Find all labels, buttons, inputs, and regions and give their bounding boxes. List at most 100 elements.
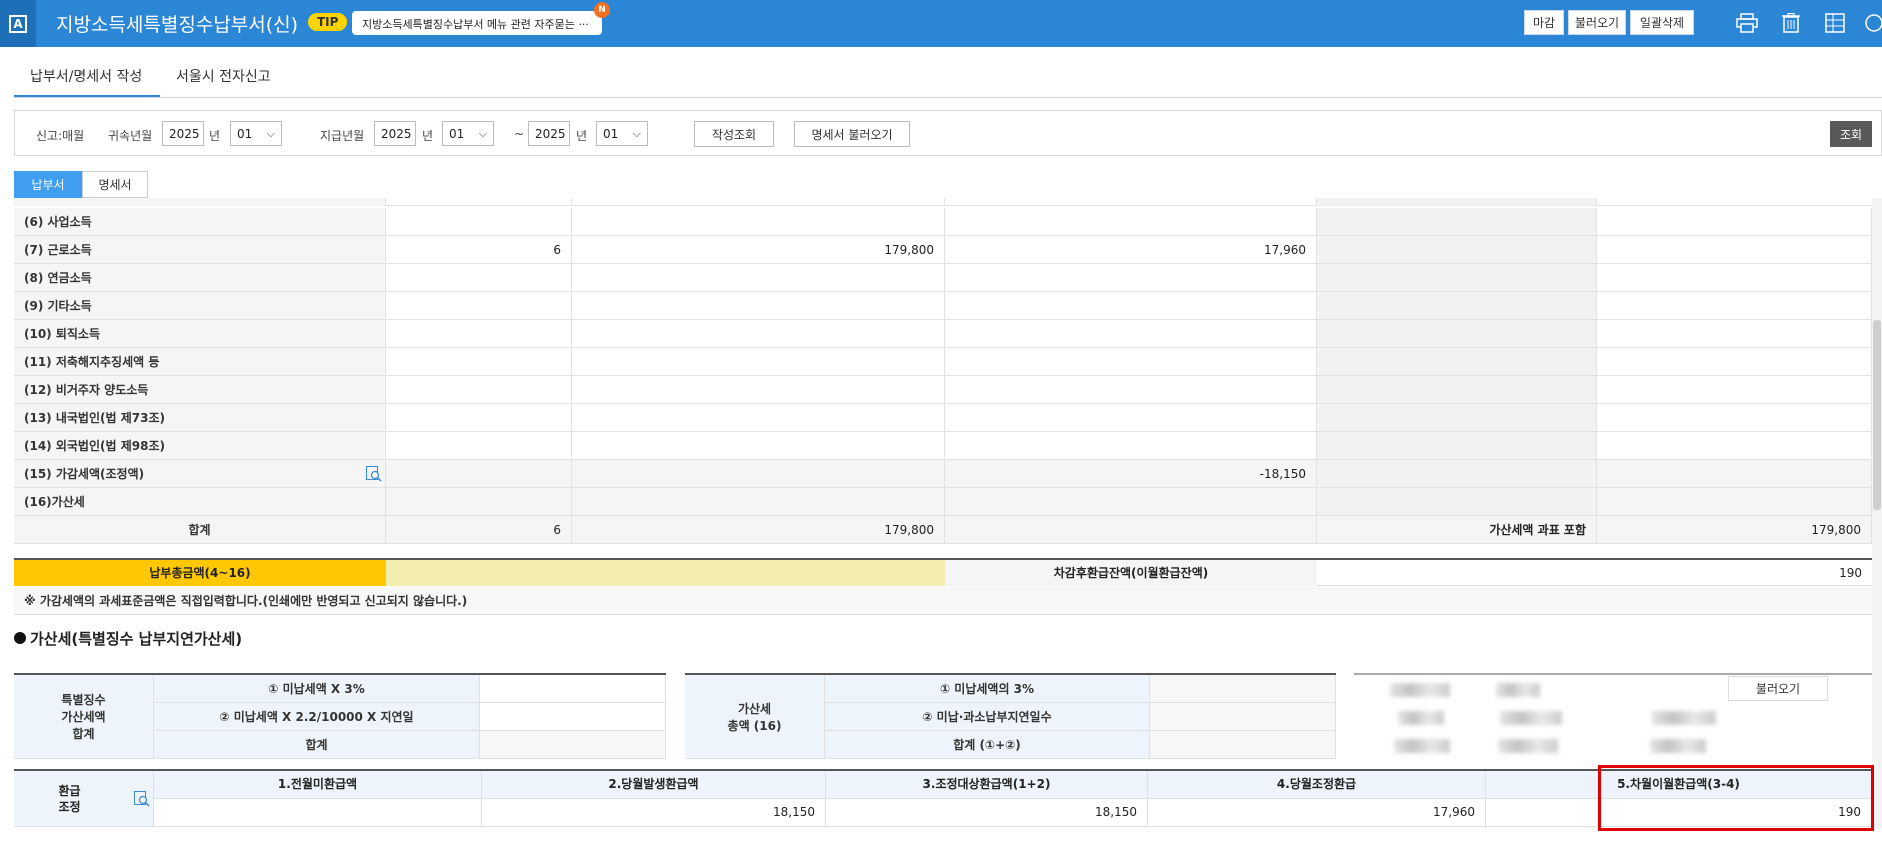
pay-year-from-input[interactable]: 2025 bbox=[374, 121, 416, 146]
tax-amount-cell[interactable] bbox=[945, 208, 1317, 236]
tax-amount-cell[interactable] bbox=[945, 376, 1317, 404]
total-cell[interactable] bbox=[1597, 348, 1872, 376]
load-button[interactable]: 불러오기 bbox=[1568, 10, 1626, 35]
left-row-value[interactable] bbox=[480, 675, 666, 703]
add-tax-total-table: 가산세 총액 (16) ① 미납세액의 3% ② 미납·과소납부지연일수 합계 … bbox=[685, 673, 1336, 759]
pay-month-to-select[interactable]: 01 ⌵ bbox=[596, 121, 648, 146]
excel-icon[interactable] bbox=[1822, 10, 1848, 36]
tax-amount-cell[interactable] bbox=[945, 516, 1317, 544]
count-cell[interactable] bbox=[386, 348, 572, 376]
app-header: A 지방소득세특별징수납부서(신) TIP 지방소득세특별징수납부서 메뉴 관련… bbox=[0, 0, 1882, 47]
total-payment-value[interactable] bbox=[386, 560, 945, 586]
left-row-value[interactable] bbox=[480, 703, 666, 731]
tax-base-cell[interactable] bbox=[572, 404, 945, 432]
row-label: 합계 bbox=[14, 516, 386, 544]
total-cell[interactable] bbox=[1597, 208, 1872, 236]
scrollbar-thumb[interactable] bbox=[1873, 320, 1881, 510]
total-cell[interactable] bbox=[1597, 460, 1872, 488]
tax-base-cell[interactable] bbox=[572, 488, 945, 516]
left-row-label: ① 미납세액 X 3% bbox=[154, 675, 480, 703]
row-label: (7) 근로소득 bbox=[14, 236, 386, 264]
trash-icon[interactable] bbox=[1778, 10, 1804, 36]
tax-base-cell[interactable] bbox=[572, 460, 945, 488]
note-cell bbox=[1317, 404, 1597, 432]
lookup-icon[interactable] bbox=[366, 466, 382, 485]
note-cell bbox=[1317, 460, 1597, 488]
pay-month-from-select[interactable]: 01 ⌵ bbox=[442, 121, 494, 146]
tax-amount-cell[interactable] bbox=[945, 320, 1317, 348]
tab-seoul-efile[interactable]: 서울시 전자신고 bbox=[176, 66, 271, 86]
count-cell[interactable] bbox=[386, 404, 572, 432]
pay-month-label: 지급년월 bbox=[320, 129, 365, 143]
bullet-icon bbox=[14, 632, 26, 644]
tax-amount-cell[interactable] bbox=[945, 432, 1317, 460]
prev-unrefunded-value[interactable] bbox=[154, 799, 482, 827]
print-icon[interactable] bbox=[1734, 10, 1760, 36]
pay-year-to-input[interactable]: 2025 bbox=[528, 121, 570, 146]
count-cell[interactable] bbox=[386, 376, 572, 404]
lookup-icon[interactable] bbox=[134, 791, 150, 810]
total-cell[interactable] bbox=[1597, 236, 1872, 264]
tax-amount-cell[interactable] bbox=[945, 264, 1317, 292]
total-cell[interactable] bbox=[1597, 264, 1872, 292]
vertical-scrollbar[interactable] bbox=[1872, 198, 1882, 828]
tax-base-cell[interactable] bbox=[572, 376, 945, 404]
belong-month-select[interactable]: 01 ⌵ bbox=[230, 121, 282, 146]
count-cell[interactable] bbox=[386, 292, 572, 320]
tax-base-cell[interactable] bbox=[572, 292, 945, 320]
count-cell[interactable]: 6 bbox=[386, 236, 572, 264]
row-label: (10) 퇴직소득 bbox=[14, 320, 386, 348]
row-label: (6) 사업소득 bbox=[14, 208, 386, 236]
tax-base-cell[interactable] bbox=[572, 348, 945, 376]
tip-badge[interactable]: TIP bbox=[308, 13, 348, 31]
mid-row-label: 합계 (①+②) bbox=[825, 731, 1150, 759]
lookup-written-button[interactable]: 작성조회 bbox=[694, 121, 774, 147]
tax-amount-cell[interactable]: 17,960 bbox=[945, 236, 1317, 264]
total-cell[interactable] bbox=[1597, 432, 1872, 460]
more-icon[interactable] bbox=[1862, 10, 1882, 36]
tax-base-cell[interactable]: 179,800 bbox=[572, 516, 945, 544]
count-cell[interactable] bbox=[386, 460, 572, 488]
count-cell[interactable] bbox=[386, 320, 572, 348]
note-cell bbox=[1317, 292, 1597, 320]
tax-amount-cell[interactable] bbox=[945, 292, 1317, 320]
adjustment-note: ※ 가감세액의 과세표준금액은 직접입력합니다.(인쇄에만 반영되고 신고되지 … bbox=[14, 587, 1872, 615]
app-logo[interactable]: A bbox=[0, 0, 36, 47]
total-cell[interactable] bbox=[1597, 376, 1872, 404]
tax-amount-cell[interactable]: -18,150 bbox=[945, 460, 1317, 488]
left-row-value bbox=[480, 731, 666, 759]
tab-write[interactable]: 납부서/명세서 작성 bbox=[30, 66, 142, 86]
tax-amount-cell[interactable] bbox=[945, 488, 1317, 516]
subtab-payment-slip[interactable]: 납부서 bbox=[14, 171, 82, 198]
tax-base-cell[interactable]: 179,800 bbox=[572, 236, 945, 264]
note-cell bbox=[1317, 488, 1597, 516]
total-cell[interactable] bbox=[1597, 320, 1872, 348]
adjust-target-value: 18,150 bbox=[826, 799, 1148, 827]
blurred-content bbox=[1498, 739, 1558, 753]
tax-base-cell[interactable] bbox=[572, 320, 945, 348]
search-button[interactable]: 조회 bbox=[1830, 121, 1872, 147]
tax-base-cell[interactable] bbox=[572, 208, 945, 236]
total-cell[interactable] bbox=[1597, 404, 1872, 432]
tax-base-cell[interactable] bbox=[572, 264, 945, 292]
load-statement-button[interactable]: 명세서 불러오기 bbox=[794, 121, 910, 147]
left-row-label: ② 미납세액 X 2.2/10000 X 지연일 bbox=[154, 703, 480, 731]
count-cell[interactable] bbox=[386, 264, 572, 292]
count-cell[interactable]: 6 bbox=[386, 516, 572, 544]
total-cell[interactable] bbox=[1597, 292, 1872, 320]
load-add-tax-button[interactable]: 불러오기 bbox=[1728, 676, 1828, 701]
count-cell[interactable] bbox=[386, 432, 572, 460]
belong-year-input[interactable]: 2025 bbox=[162, 121, 204, 146]
tax-amount-cell[interactable] bbox=[945, 348, 1317, 376]
tax-amount-cell[interactable] bbox=[945, 404, 1317, 432]
row-label: (8) 연금소득 bbox=[14, 264, 386, 292]
total-cell[interactable]: 179,800 bbox=[1597, 516, 1872, 544]
bulk-delete-button[interactable]: 일괄삭제 bbox=[1630, 10, 1694, 35]
count-cell[interactable] bbox=[386, 488, 572, 516]
count-cell[interactable] bbox=[386, 208, 572, 236]
tip-text[interactable]: 지방소득세특별징수납부서 메뉴 관련 자주묻는 ··· bbox=[352, 11, 602, 35]
subtab-statement[interactable]: 명세서 bbox=[82, 171, 148, 198]
tax-base-cell[interactable] bbox=[572, 432, 945, 460]
close-month-button[interactable]: 마감 bbox=[1524, 10, 1564, 35]
total-cell[interactable] bbox=[1597, 488, 1872, 516]
